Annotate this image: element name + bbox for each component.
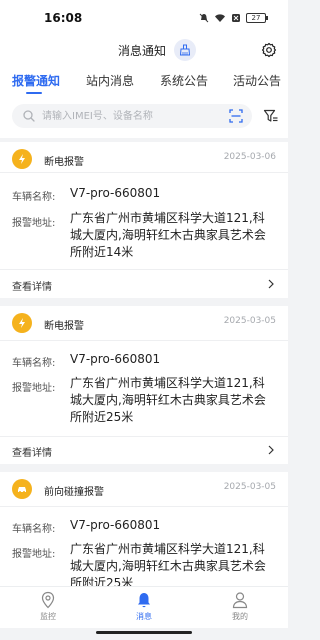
- alarm-address: 广东省广州市黄埔区科学大道121,科城大厦内,海明轩红木古典家具艺术会所附近25…: [70, 376, 266, 424]
- alarm-card-header: 断电报警 2025-03-06: [0, 142, 288, 172]
- alarm-address: 广东省广州市黄埔区科学大道121,科城大厦内,海明轩红木古典家具艺术会所附近14…: [70, 211, 266, 259]
- filter-icon[interactable]: [263, 108, 279, 124]
- lightning-icon: [19, 318, 25, 328]
- mute-bell-icon: [199, 13, 209, 23]
- tab-activity-announcements[interactable]: 活动公告: [233, 72, 281, 89]
- address-label: 报警地址:: [12, 218, 56, 229]
- tab-bar: 报警通知 站内消息 系统公告 活动公告: [0, 64, 288, 96]
- active-tab-indicator: [26, 92, 42, 94]
- chevron-right-icon[interactable]: [266, 279, 276, 289]
- tab-alarm-notices[interactable]: 报警通知: [12, 72, 60, 89]
- divider: [0, 506, 288, 507]
- power-off-alarm-icon: [12, 313, 32, 333]
- alarm-card[interactable]: 断电报警 2025-03-06 车辆名称: V7-pro-660801 报警地址…: [0, 142, 288, 298]
- vehicle-label: 车辆名称:: [12, 524, 56, 535]
- bell-icon: [138, 593, 150, 608]
- alarm-type: 前向碰撞报警: [44, 487, 104, 498]
- status-bar: 16:08 27: [0, 0, 288, 36]
- sim-icon: [232, 14, 240, 22]
- vehicle-name: V7-pro-660801: [70, 518, 161, 532]
- search-row: [0, 96, 288, 138]
- address-label: 报警地址:: [12, 549, 56, 560]
- divider: [0, 269, 288, 270]
- nav-label: 监控: [40, 612, 56, 621]
- scan-icon[interactable]: [228, 108, 244, 124]
- search-input[interactable]: [42, 108, 212, 124]
- nav-profile[interactable]: 我的: [215, 591, 265, 627]
- vehicle-label: 车辆名称:: [12, 192, 56, 203]
- vehicle-name: V7-pro-660801: [70, 352, 161, 366]
- lightning-icon: [19, 154, 25, 164]
- alarm-date: 2025-03-05: [223, 482, 276, 492]
- nav-messages[interactable]: 消息: [119, 591, 169, 627]
- alarm-card[interactable]: 断电报警 2025-03-05 车辆名称: V7-pro-660801 报警地址…: [0, 306, 288, 464]
- nav-monitor[interactable]: 监控: [23, 591, 73, 627]
- battery-icon: 27: [246, 13, 268, 23]
- alarm-type: 断电报警: [44, 321, 84, 332]
- power-off-alarm-icon: [12, 149, 32, 169]
- view-details-link[interactable]: 查看详情: [12, 444, 52, 459]
- nav-label: 我的: [232, 612, 248, 621]
- clear-messages-button[interactable]: [174, 39, 196, 61]
- bottom-nav: 监控 消息 我的: [0, 586, 288, 628]
- card-gap: [0, 298, 288, 306]
- location-pin-icon: [41, 591, 55, 609]
- page-title: 消息通知: [118, 44, 167, 58]
- search-box: [12, 104, 252, 128]
- car-icon: [18, 487, 26, 493]
- vehicle-name: V7-pro-660801: [70, 186, 161, 200]
- alarm-card-header: 前向碰撞报警 2025-03-05: [0, 472, 288, 502]
- divider: [0, 340, 288, 341]
- gesture-bar[interactable]: [96, 631, 192, 634]
- alarm-address: 广东省广州市黄埔区科学大道121,科城大厦内,海明轩红木古典家具艺术会所附近25…: [70, 542, 266, 586]
- gear-icon: [261, 42, 277, 58]
- alarm-date: 2025-03-06: [223, 152, 276, 162]
- alarm-date: 2025-03-05: [223, 316, 276, 326]
- broom-icon: [179, 44, 191, 56]
- alarm-card[interactable]: 前向碰撞报警 2025-03-05 车辆名称: V7-pro-660801 报警…: [0, 472, 288, 586]
- card-gap: [0, 464, 288, 472]
- address-label: 报警地址:: [12, 383, 56, 394]
- header: 消息通知: [0, 36, 288, 64]
- nav-label: 消息: [136, 612, 152, 621]
- settings-button[interactable]: [260, 41, 278, 59]
- collision-alarm-icon: [12, 479, 32, 499]
- search-icon: [23, 110, 35, 122]
- wifi-icon: [215, 14, 225, 22]
- alarm-type: 断电报警: [44, 157, 84, 168]
- vehicle-label: 车辆名称:: [12, 358, 56, 369]
- tab-system-announcements[interactable]: 系统公告: [160, 72, 208, 89]
- divider: [0, 172, 288, 173]
- status-icons: 27: [199, 11, 268, 25]
- user-icon: [232, 592, 248, 609]
- status-time: 16:08: [44, 11, 83, 25]
- divider: [0, 436, 288, 437]
- chevron-right-icon[interactable]: [266, 445, 276, 455]
- tab-site-messages[interactable]: 站内消息: [86, 72, 134, 89]
- alarm-card-header: 断电报警 2025-03-05: [0, 306, 288, 336]
- view-details-link[interactable]: 查看详情: [12, 278, 52, 293]
